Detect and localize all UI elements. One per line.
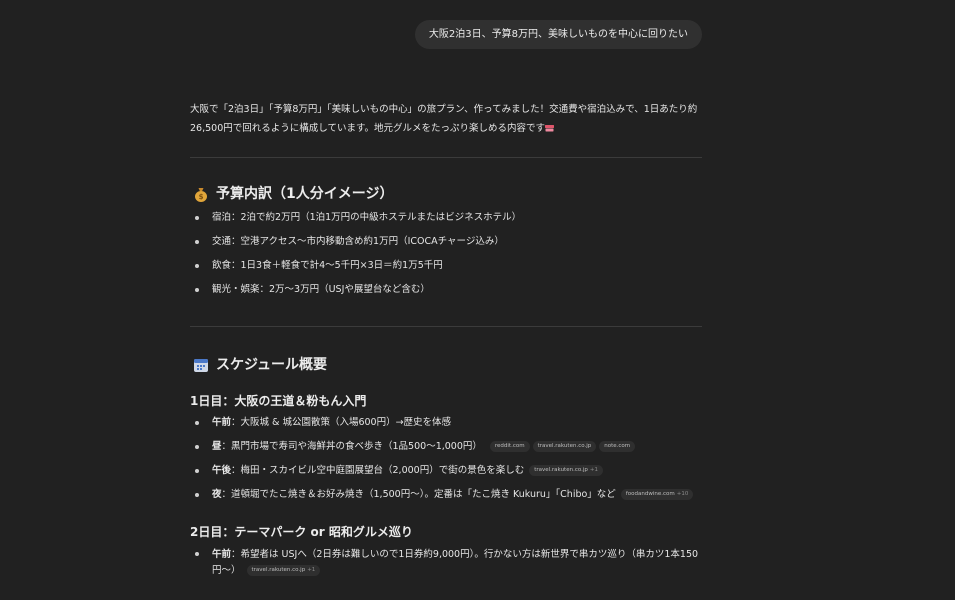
intro-text: 大阪で「2泊3日」「予算8万円」「美味しいもの中心」の旅プラン、作ってみました！… [190, 104, 698, 134]
chip-more-count: +1 [589, 467, 598, 473]
list-item: 交通：空港アクセス〜市内移動含め約1万円（ICOCAチャージ込み） [190, 235, 702, 249]
source-chip[interactable]: travel.rakuten.co.jp +1 [529, 465, 603, 476]
chip-label: foodandwine.com [625, 491, 675, 497]
user-message-bubble: 大阪2泊3日、予算8万円、美味しいものを中心に回りたい [414, 20, 702, 49]
day1-heading: 1日目：大阪の王道＆粉もん入門 [190, 394, 367, 408]
source-chip[interactable]: foodandwine.com +10 [620, 489, 694, 500]
chip-more-count: +1 [307, 567, 316, 573]
chip-label: travel.rakuten.co.jp [534, 467, 588, 473]
budget-heading: $ 予算内訳（1人分イメージ） [190, 184, 702, 204]
svg-text:$: $ [199, 193, 204, 201]
chip-label: travel.rakuten.co.jp [251, 567, 306, 573]
money-bag-icon: $ [195, 188, 207, 202]
source-chip[interactable]: travel.rakuten.co.jp [532, 441, 597, 452]
list-item: 宿泊：2泊で約2万円（1泊1万円の中級ホステルまたはビジネスホテル） [190, 211, 702, 225]
source-chip[interactable]: travel.rakuten.co.jp +1 [246, 565, 321, 576]
chip-more-count: +10 [676, 491, 689, 497]
budget-title: 予算内訳（1人分イメージ） [216, 186, 394, 202]
books-emoji-icon [545, 125, 555, 132]
divider [190, 157, 702, 158]
schedule-heading: スケジュール概要 [190, 355, 702, 375]
item-text: ：大阪城 & 城公園散策（入場600円）→歴史を体感 [231, 417, 452, 428]
list-item: 午後：梅田・スカイビル空中庭園展望台（2,000円）で街の景色を楽しむ trave… [190, 464, 702, 478]
budget-list: 宿泊：2泊で約2万円（1泊1万円の中級ホステルまたはビジネスホテル） 交通：空港… [190, 211, 702, 297]
calendar-icon [194, 359, 208, 372]
item-text: ：黒門市場で寿司や海鮮丼の食べ歩き（1品500〜1,000円） [221, 441, 482, 452]
list-item: 飲食：1日3食＋軽食で計4〜5千円×3日＝約1万5千円 [190, 259, 702, 273]
source-chip[interactable]: note.com [599, 441, 636, 452]
time-label: 昼 [212, 441, 222, 452]
day2-list: 午前：希望者は USJへ（2日券は難しいので1日券約9,000円）。行かない方は… [190, 547, 702, 579]
time-label: 夜 [212, 489, 222, 500]
source-chip[interactable]: reddit.com [489, 441, 530, 452]
day2-heading: 2日目：テーマパーク or 昭和グルメ巡り [190, 525, 413, 539]
divider [190, 326, 702, 327]
assistant-reply: 大阪で「2泊3日」「予算8万円」「美味しいもの中心」の旅プラン、作ってみました！… [190, 100, 702, 579]
time-label: 午前 [212, 417, 232, 428]
schedule-title: スケジュール概要 [216, 357, 328, 373]
item-text: ：道頓堀でたこ焼き＆お好み焼き（1,500円〜）。定番は「たこ焼き Kukuru… [221, 489, 616, 500]
list-item: 昼：黒門市場で寿司や海鮮丼の食べ歩き（1品500〜1,000円） reddit.c… [190, 440, 702, 454]
time-label: 午後 [212, 465, 232, 476]
list-item: 午前：大阪城 & 城公園散策（入場600円）→歴史を体感 [190, 416, 702, 430]
time-label: 午前 [212, 549, 232, 560]
list-item: 午前：希望者は USJへ（2日券は難しいので1日券約9,000円）。行かない方は… [190, 547, 702, 579]
intro-paragraph: 大阪で「2泊3日」「予算8万円」「美味しいもの中心」の旅プラン、作ってみました！… [190, 100, 702, 138]
day1-list: 午前：大阪城 & 城公園散策（入場600円）→歴史を体感 昼：黒門市場で寿司や海… [190, 416, 702, 502]
list-item: 観光・娯楽：2万〜3万円（USJや展望台など含む） [190, 283, 702, 297]
list-item: 夜：道頓堀でたこ焼き＆お好み焼き（1,500円〜）。定番は「たこ焼き Kukur… [190, 488, 702, 502]
item-text: ：梅田・スカイビル空中庭園展望台（2,000円）で街の景色を楽しむ [231, 465, 525, 476]
